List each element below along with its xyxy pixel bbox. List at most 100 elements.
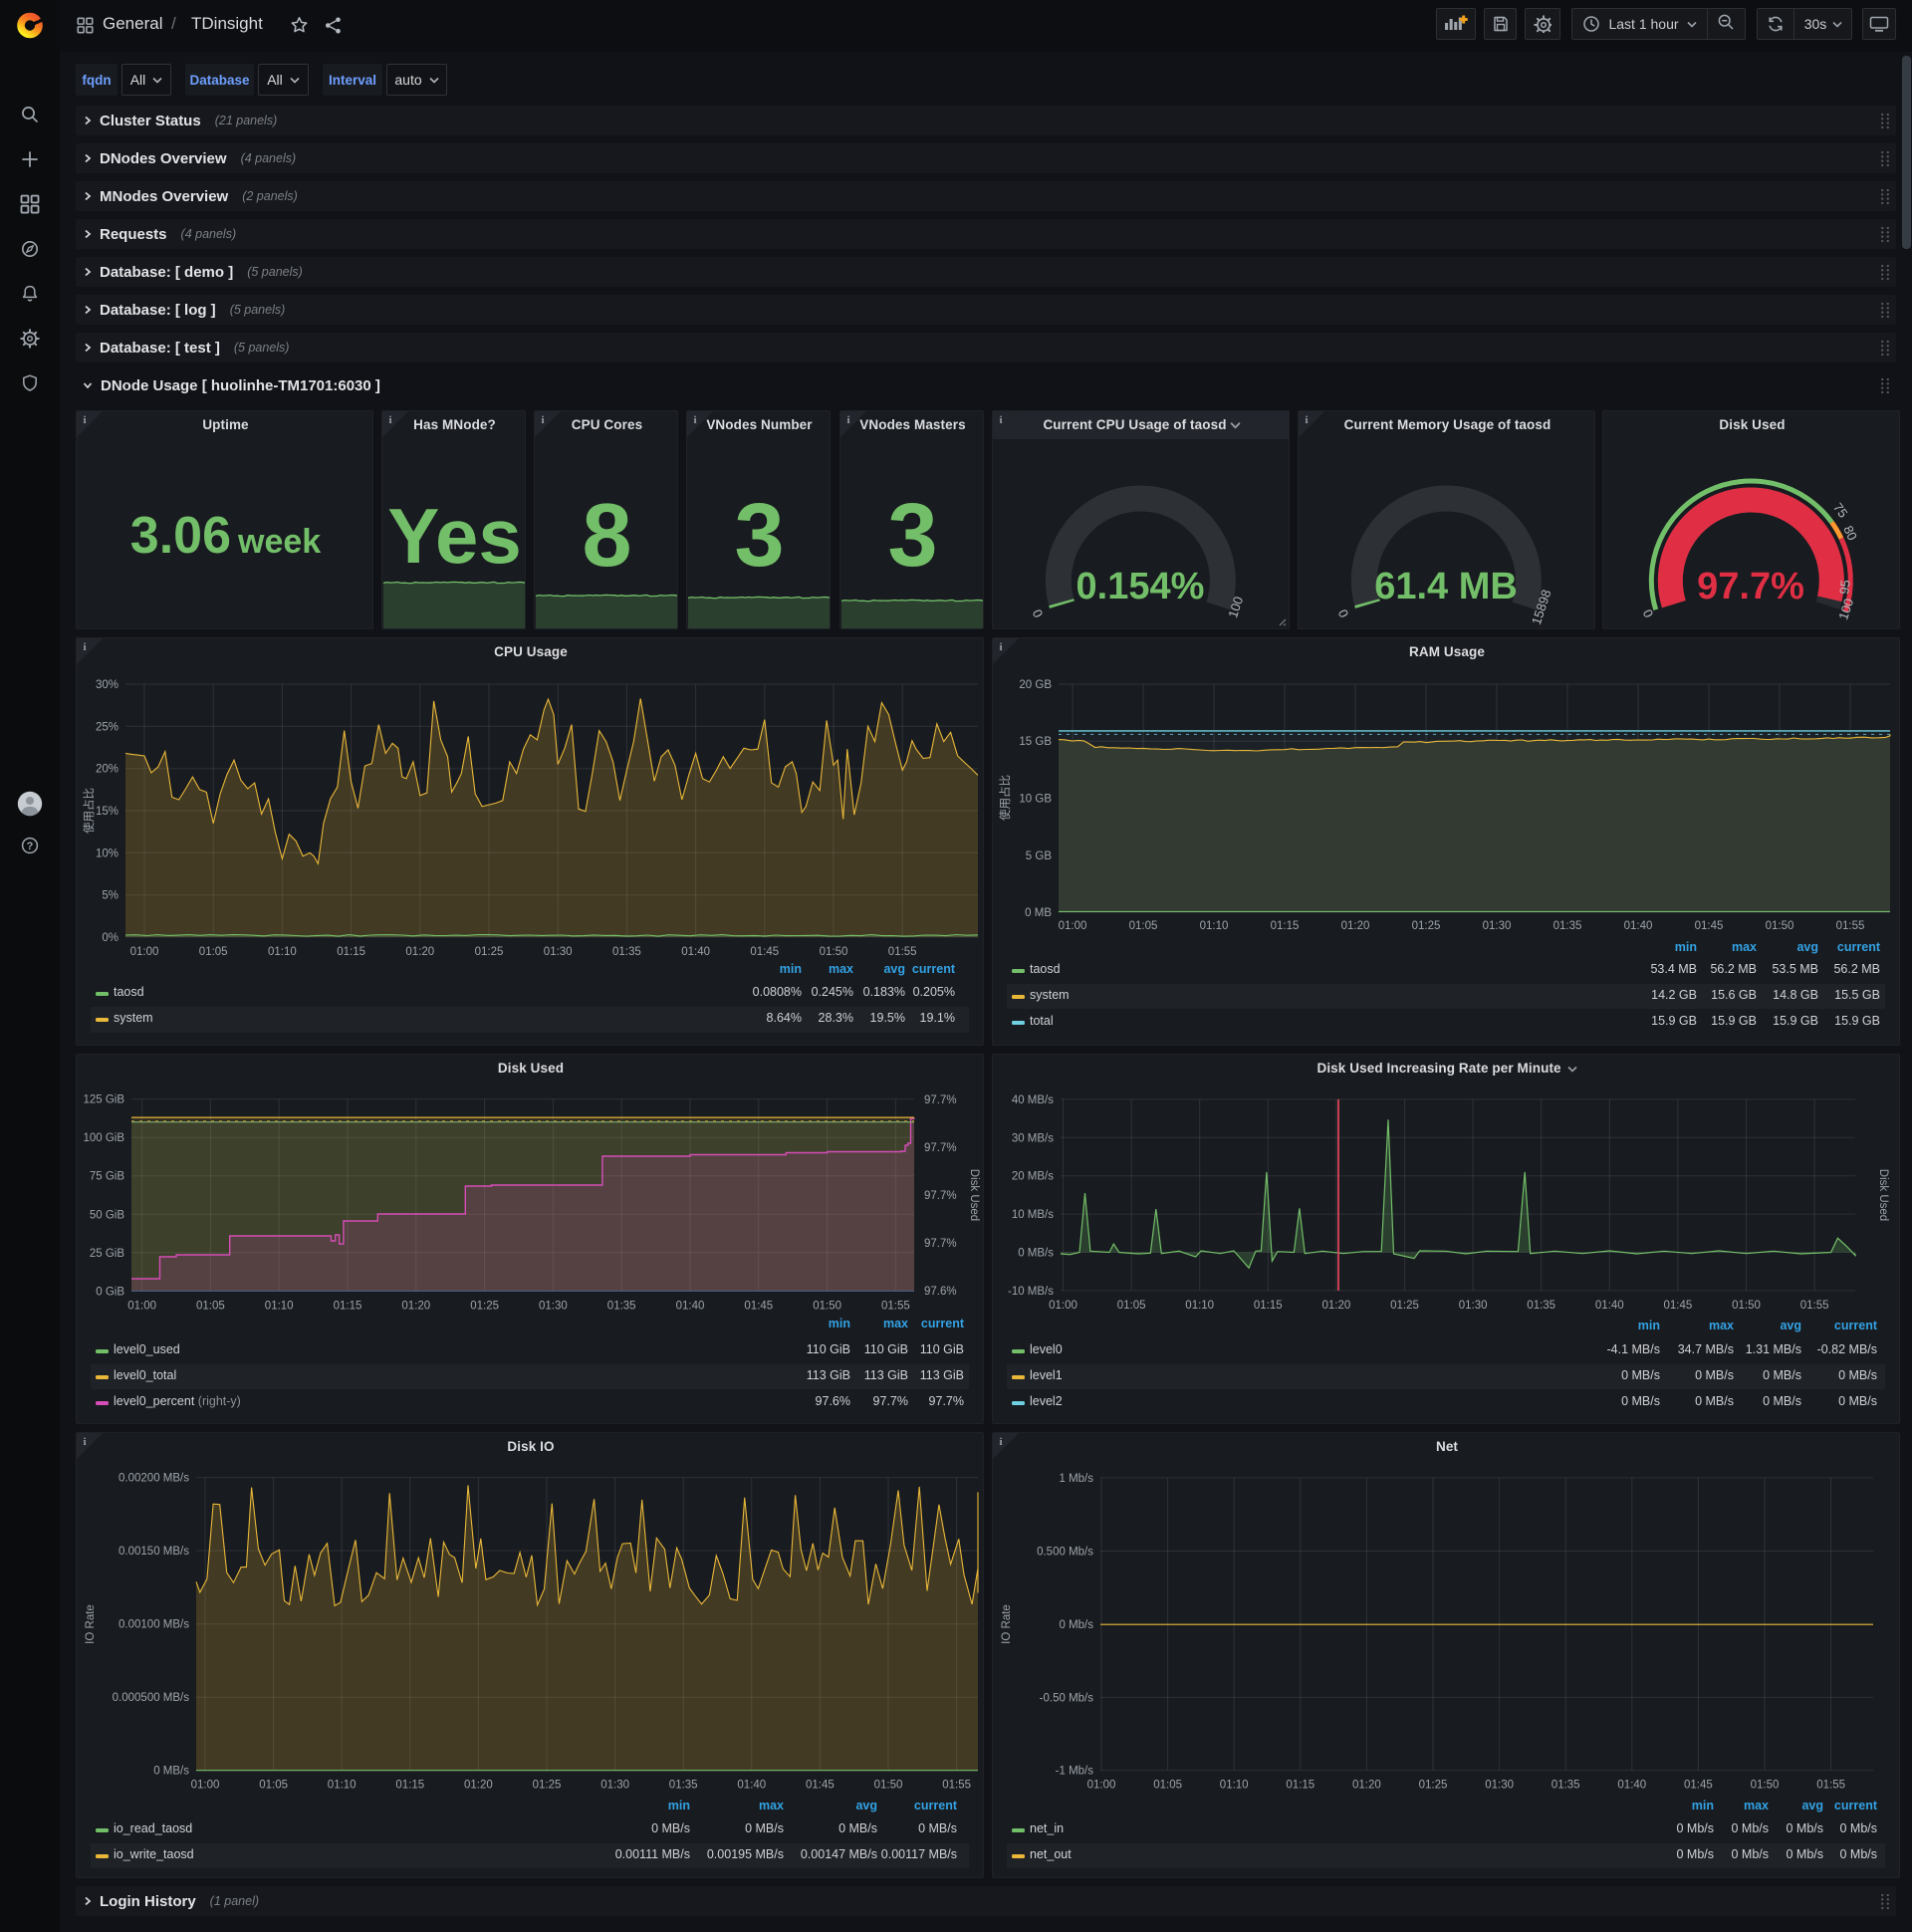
svg-text:01:35: 01:35 [607,1300,636,1312]
svg-text:0: 0 [1640,606,1657,619]
svg-text:30%: 30% [96,679,119,691]
svg-text:01:40: 01:40 [1595,1300,1624,1312]
svg-text:01:50: 01:50 [1732,1300,1761,1312]
svg-text:01:00: 01:00 [1049,1300,1077,1312]
svg-text:97.7%: 97.7% [1697,566,1804,607]
svg-text:i: i [388,414,391,426]
svg-text:25 GiB: 25 GiB [90,1248,124,1260]
svg-text:01:30: 01:30 [539,1300,568,1312]
svg-text:25%: 25% [96,721,119,733]
svg-text:01:05: 01:05 [199,946,228,958]
svg-text:97.7%: 97.7% [924,1094,957,1106]
svg-text:01:55: 01:55 [1836,920,1865,932]
svg-text:i: i [83,1436,86,1448]
svg-text:i: i [846,414,849,426]
svg-text:01:40: 01:40 [1624,920,1653,932]
svg-text:01:00: 01:00 [191,1780,220,1792]
svg-text:01:35: 01:35 [1552,1780,1580,1792]
svg-text:15 GB: 15 GB [1019,736,1052,748]
svg-text:01:50: 01:50 [1766,920,1794,932]
svg-text:01:35: 01:35 [1554,920,1582,932]
svg-text:-0.50 Mb/s: -0.50 Mb/s [1040,1692,1094,1704]
svg-text:01:50: 01:50 [874,1780,903,1792]
svg-text:使用占比: 使用占比 [82,788,96,834]
svg-text:01:20: 01:20 [1352,1780,1381,1792]
svg-text:01:40: 01:40 [737,1780,766,1792]
svg-text:0.00100 MB/s: 0.00100 MB/s [119,1619,189,1631]
svg-text:01:20: 01:20 [405,946,434,958]
svg-text:01:50: 01:50 [813,1300,841,1312]
svg-text:10%: 10% [96,847,119,859]
svg-text:i: i [83,641,86,653]
svg-text:0: 0 [1030,606,1047,619]
svg-text:01:15: 01:15 [337,946,365,958]
svg-text:01:35: 01:35 [669,1780,698,1792]
svg-text:?: ? [27,841,34,852]
svg-text:-1 Mb/s: -1 Mb/s [1056,1766,1094,1778]
svg-text:0 MB/s: 0 MB/s [153,1766,189,1778]
svg-text:5%: 5% [102,890,119,902]
svg-text:01:40: 01:40 [676,1300,705,1312]
svg-text:0.500 Mb/s: 0.500 Mb/s [1037,1547,1093,1559]
svg-text:01:20: 01:20 [1322,1300,1351,1312]
svg-text:20 MB/s: 20 MB/s [1012,1171,1054,1183]
svg-text:01:20: 01:20 [1341,920,1370,932]
svg-text:15%: 15% [96,806,119,818]
svg-text:01:05: 01:05 [1117,1300,1146,1312]
svg-text:i: i [999,414,1002,426]
svg-text:01:05: 01:05 [1153,1780,1182,1792]
svg-text:-10 MB/s: -10 MB/s [1008,1286,1054,1298]
svg-text:0.00200 MB/s: 0.00200 MB/s [119,1473,189,1485]
svg-text:01:00: 01:00 [1059,920,1087,932]
svg-text:75: 75 [1830,500,1851,521]
svg-text:IO Rate: IO Rate [85,1604,97,1644]
svg-text:10 MB/s: 10 MB/s [1012,1209,1054,1221]
svg-text:01:15: 01:15 [395,1780,424,1792]
svg-text:01:25: 01:25 [470,1300,499,1312]
svg-text:0 MB/s: 0 MB/s [1018,1248,1054,1260]
svg-text:01:25: 01:25 [1390,1300,1419,1312]
svg-text:01:05: 01:05 [196,1300,225,1312]
svg-text:01:10: 01:10 [1185,1300,1214,1312]
svg-text:01:45: 01:45 [750,946,779,958]
svg-text:100 GiB: 100 GiB [83,1132,124,1144]
svg-text:75 GiB: 75 GiB [90,1171,124,1183]
svg-text:95: 95 [1836,579,1853,595]
svg-text:01:25: 01:25 [1412,920,1441,932]
svg-text:0.00150 MB/s: 0.00150 MB/s [119,1546,189,1558]
svg-text:i: i [693,414,696,426]
svg-text:5 GB: 5 GB [1026,850,1053,862]
svg-text:10 GB: 10 GB [1019,794,1052,806]
svg-text:01:10: 01:10 [1200,920,1229,932]
svg-text:0 Mb/s: 0 Mb/s [1059,1619,1093,1631]
svg-text:01:55: 01:55 [1816,1780,1845,1792]
svg-text:01:15: 01:15 [1271,920,1300,932]
svg-text:20%: 20% [96,764,119,776]
svg-text:40 MB/s: 40 MB/s [1012,1094,1054,1106]
svg-text:01:55: 01:55 [888,946,917,958]
svg-text:01:50: 01:50 [820,946,848,958]
svg-text:01:40: 01:40 [1617,1780,1646,1792]
svg-text:IO Rate: IO Rate [1001,1604,1013,1644]
svg-text:01:15: 01:15 [334,1300,362,1312]
svg-text:01:15: 01:15 [1286,1780,1314,1792]
svg-text:i: i [999,641,1002,653]
svg-text:01:50: 01:50 [1751,1780,1780,1792]
svg-text:01:10: 01:10 [328,1780,357,1792]
svg-text:01:25: 01:25 [475,946,504,958]
svg-text:01:00: 01:00 [127,1300,156,1312]
svg-text:01:35: 01:35 [612,946,641,958]
svg-text:01:15: 01:15 [1254,1300,1283,1312]
svg-text:01:30: 01:30 [1485,1780,1514,1792]
svg-text:Disk Used: Disk Used [968,1169,980,1221]
svg-text:01:45: 01:45 [1695,920,1724,932]
svg-text:97.7%: 97.7% [924,1142,957,1154]
svg-text:01:55: 01:55 [942,1780,971,1792]
svg-text:01:45: 01:45 [744,1300,773,1312]
svg-text:01:30: 01:30 [544,946,573,958]
svg-text:0: 0 [1335,606,1352,619]
svg-text:01:30: 01:30 [600,1780,629,1792]
svg-text:01:25: 01:25 [1419,1780,1448,1792]
svg-text:i: i [1305,414,1308,426]
svg-text:01:00: 01:00 [1087,1780,1116,1792]
